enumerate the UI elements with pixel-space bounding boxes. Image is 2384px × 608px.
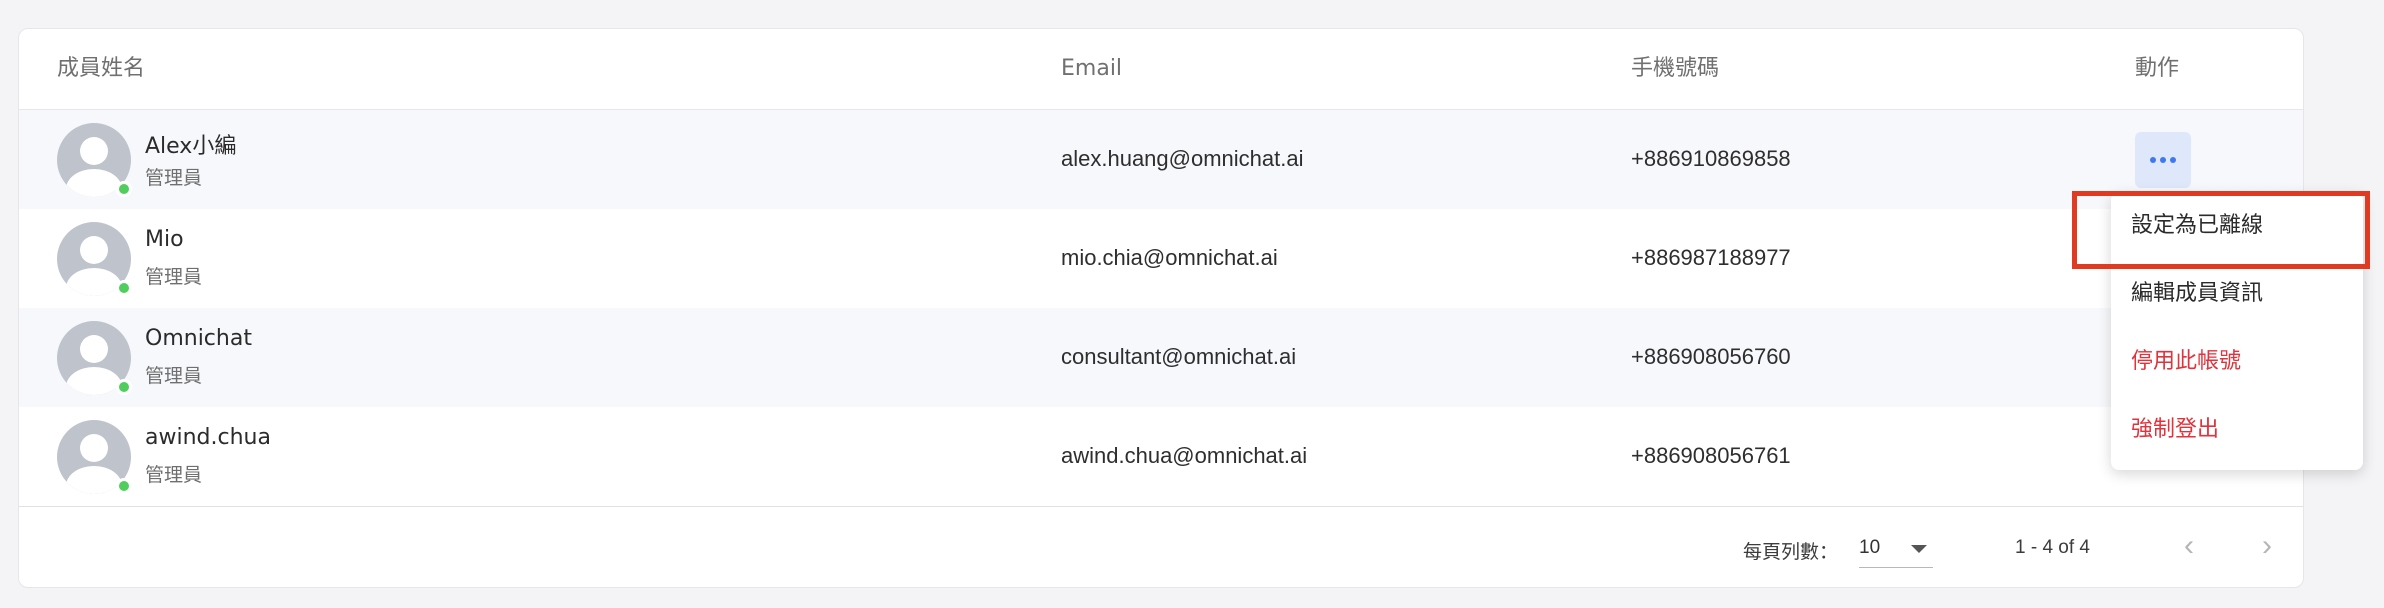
table-row: awind.chua 管理員 awind.chua@omnichat.ai +8…: [19, 407, 2303, 506]
caret-down-icon: [1911, 545, 1927, 553]
table-row: Mio 管理員 mio.chia@omnichat.ai +8869871889…: [19, 209, 2303, 308]
member-name: Alex小編: [145, 134, 237, 159]
member-email: consultant@omnichat.ai: [1061, 344, 1297, 369]
member-email: awind.chua@omnichat.ai: [1061, 443, 1308, 468]
member-name: awind.chua: [145, 425, 271, 450]
table-header: 成員姓名 Email 手機號碼 動作: [19, 29, 2303, 110]
member-phone: +886987188977: [1631, 245, 1791, 270]
member-phone: +886910869858: [1631, 146, 1791, 171]
rows-per-page-label: 每頁列數：: [1743, 541, 1839, 563]
member-role: 管理員: [145, 464, 203, 486]
menu-item-force-logout[interactable]: 強制登出: [2111, 396, 2363, 464]
rows-per-page-select[interactable]: 10: [1859, 523, 1933, 568]
online-status-dot-icon: [116, 478, 132, 494]
column-header-phone[interactable]: 手機號碼: [1631, 29, 1719, 109]
members-table-card: 成員姓名 Email 手機號碼 動作 Alex小編 管理員 alex.huang…: [18, 28, 2304, 588]
member-name: Mio: [145, 227, 184, 252]
chevron-left-icon[interactable]: ‹: [2169, 527, 2209, 567]
table-divider: [19, 506, 2303, 507]
chevron-right-icon[interactable]: ›: [2247, 527, 2287, 567]
more-actions-button[interactable]: [2135, 132, 2191, 188]
menu-item-edit-member[interactable]: 編輯成員資訊: [2111, 260, 2363, 328]
column-header-action: 動作: [2135, 56, 2180, 81]
column-header-email[interactable]: Email: [1061, 29, 1122, 109]
member-email: mio.chia@omnichat.ai: [1061, 245, 1278, 270]
member-role: 管理員: [145, 365, 203, 387]
table-row: Alex小編 管理員 alex.huang@omnichat.ai +88691…: [19, 110, 2303, 209]
member-phone: +886908056761: [1631, 443, 1791, 468]
pagination-range: 1 - 4 of 4: [2015, 537, 2090, 558]
online-status-dot-icon: [116, 280, 132, 296]
menu-item-set-offline[interactable]: 設定為已離線: [2111, 192, 2363, 260]
table-row: Omnichat 管理員 consultant@omnichat.ai +886…: [19, 308, 2303, 407]
member-role: 管理員: [145, 167, 203, 189]
member-role: 管理員: [145, 266, 203, 288]
member-phone: +886908056760: [1631, 344, 1791, 369]
member-name: Omnichat: [145, 326, 252, 351]
online-status-dot-icon: [116, 181, 132, 197]
column-header-name[interactable]: 成員姓名: [57, 29, 145, 109]
more-horizontal-icon: [2150, 157, 2156, 163]
online-status-dot-icon: [116, 379, 132, 395]
action-menu: 設定為已離線 編輯成員資訊 停用此帳號 強制登出: [2111, 192, 2363, 470]
menu-item-disable-account[interactable]: 停用此帳號: [2111, 328, 2363, 396]
member-email: alex.huang@omnichat.ai: [1061, 146, 1304, 171]
rows-per-page-value: 10: [1859, 537, 1881, 558]
